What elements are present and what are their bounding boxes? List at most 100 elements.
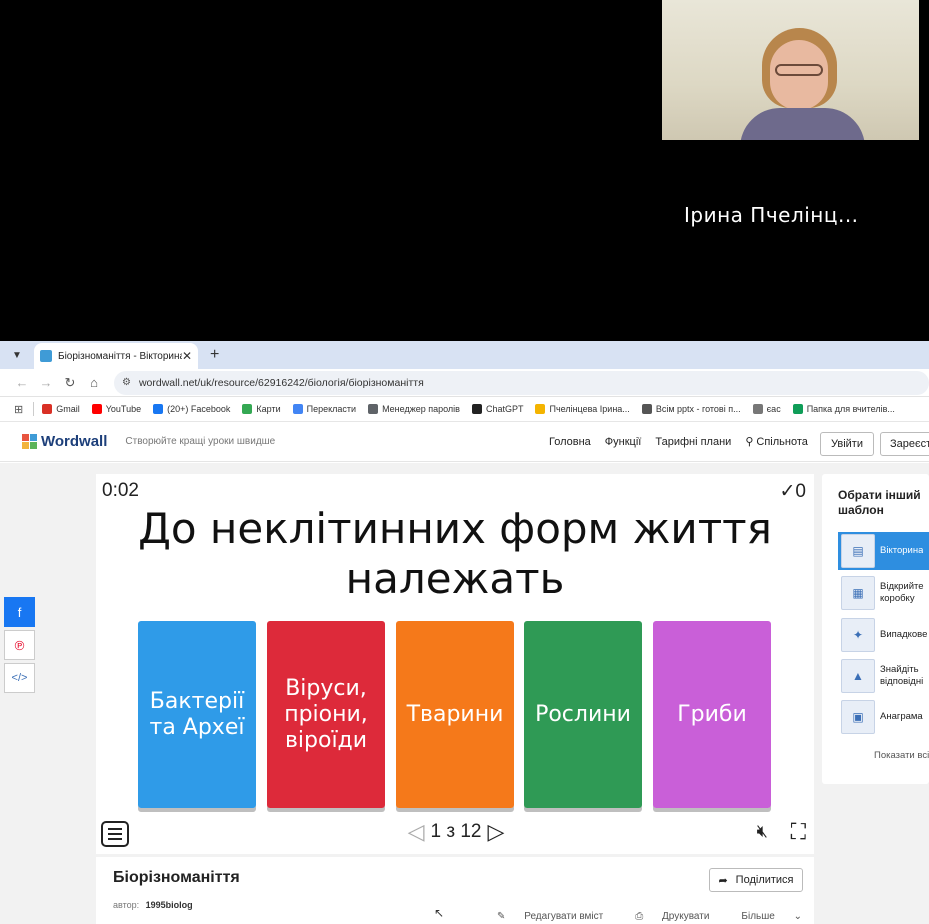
bookmark-item[interactable]: Карти (242, 404, 281, 414)
logo-square (22, 434, 29, 441)
bookmark-item[interactable]: єас (752, 404, 781, 414)
bookmark-item[interactable]: Перекласти (292, 404, 356, 414)
tab-search-icon[interactable]: ▼ (6, 344, 28, 366)
bookmark-label: Пчелінцева Ірина... (549, 404, 630, 414)
site-info-icon[interactable]: ⚙ (122, 377, 131, 388)
bookmark-item[interactable]: (20+) Facebook (153, 404, 230, 414)
template-label: Вікторина (880, 545, 924, 556)
wordwall-logo-icon[interactable] (22, 434, 37, 449)
bookmark-item[interactable]: Менеджер паролів (368, 404, 460, 414)
bookmarks-bar: ⊞ Gmail YouTube (20+) Facebook Карти Перекла… (0, 397, 929, 422)
pinterest-share-icon[interactable]: ℗ (4, 630, 35, 660)
screen: Ірина Пчелінц... ▼ Біорізноманіття - Вік… (0, 0, 929, 924)
close-tab-icon[interactable]: ✕ (182, 349, 192, 363)
template-item[interactable]: ▦ Відкрийте коробку (838, 574, 929, 612)
bookmark-item[interactable]: Папка для вчителів... (792, 404, 895, 414)
print-button[interactable]: ⎙ Друкувати (619, 911, 709, 922)
bookmark-item[interactable]: Всім pptx - готові п... (641, 404, 741, 414)
bookmark-favicon-icon (153, 404, 164, 414)
address-bar: ← → ↻ ⌂ ⚙ wordwall.net/uk/resource/62916… (0, 369, 929, 397)
bookmark-label: (20+) Facebook (167, 404, 231, 414)
bookmark-favicon-icon (242, 404, 253, 414)
activity-title: Біорізноманіття (113, 869, 240, 886)
logo-square (30, 434, 37, 441)
nav-home[interactable]: Головна (549, 436, 591, 448)
bookmark-favicon-icon (535, 404, 546, 414)
pencil-icon: ✎ (497, 911, 509, 922)
forward-icon[interactable]: → (34, 375, 58, 390)
author-label: автор: (113, 900, 140, 910)
template-item[interactable]: ▲ Знайдіть відповідні (838, 657, 929, 695)
bookmark-item[interactable]: YouTube (91, 404, 142, 414)
back-icon[interactable]: ← (10, 375, 34, 390)
template-label: Випадкове (880, 629, 928, 640)
edit-content-button[interactable]: ✎ Редагувати вміст (481, 911, 603, 922)
answer-option[interactable]: Бактерії та Археї (138, 621, 256, 808)
participant-body (740, 108, 865, 140)
nav-pricing[interactable]: Тарифні плани (655, 436, 731, 448)
fullscreen-icon[interactable]: ⛶ (791, 819, 806, 845)
apps-grid-icon[interactable]: ⊞ (14, 403, 23, 416)
next-question-icon[interactable]: ▷ (487, 819, 504, 845)
show-all-link[interactable]: Показати всі (874, 750, 929, 761)
activity-actions: ✎ Редагувати вміст ⎙ Друкувати Більше ⌄ (465, 911, 802, 922)
template-label: Знайдіть відповідні (880, 664, 924, 687)
bookmark-label: YouTube (105, 404, 142, 414)
wordwall-tagline: Створюйте кращі уроки швидше (125, 436, 276, 447)
bookmark-label: єас (766, 404, 781, 414)
new-tab-button[interactable]: + (210, 346, 219, 364)
bookmark-label: Всім pptx - готові п... (655, 404, 741, 414)
bookmark-label: Gmail (56, 404, 80, 414)
answer-option[interactable]: Тварини (396, 621, 514, 808)
wordwall-logo-text[interactable]: Wordwall (41, 433, 107, 450)
nav-features[interactable]: Функції (605, 436, 642, 448)
nav-community-label: Спільнота (756, 436, 808, 448)
timer: 0:02 (102, 480, 139, 501)
bookmark-favicon-icon (368, 404, 379, 414)
author-link[interactable]: 1995biolog (146, 900, 193, 910)
prev-question-icon[interactable]: ◁ (408, 819, 425, 845)
template-item[interactable]: ▣ Анаграма (838, 698, 929, 736)
bookmark-item[interactable]: Gmail (42, 404, 80, 414)
template-thumbnail-icon: ▲ (841, 659, 875, 693)
more-dropdown[interactable]: Більше ⌄ (725, 911, 802, 922)
embed-code-icon[interactable]: </> (4, 663, 35, 693)
reload-icon[interactable]: ↻ (58, 375, 82, 391)
answer-option[interactable]: Гриби (653, 621, 771, 808)
login-button[interactable]: Увійти (820, 432, 874, 456)
url-text: wordwall.net/uk/resource/62916242/біолог… (138, 376, 424, 389)
bookmark-list: Gmail YouTube (20+) Facebook Карти Перекласт… (42, 404, 907, 414)
active-tab[interactable]: Біорізноманіття - Вікторина ✕ (34, 343, 198, 369)
template-item[interactable]: ✦ Випадкове (838, 616, 929, 654)
url-field[interactable]: ⚙ wordwall.net/uk/resource/62916242/біол… (114, 370, 929, 395)
bookmark-favicon-icon (752, 404, 763, 414)
bookmark-favicon-icon (641, 404, 652, 414)
activity-info: Біорізноманіття ➦ Поділитися автор: 1995… (96, 857, 814, 924)
bookmark-favicon-icon (292, 404, 303, 414)
home-icon[interactable]: ⌂ (82, 375, 106, 390)
answer-option[interactable]: Віруси, пріони, віроїди (267, 621, 385, 808)
game-controls: ◁ 1 з 12 ▷ 🔇︎ ⛶ (96, 819, 814, 851)
bookmark-label: Менеджер паролів (382, 404, 460, 414)
bookmark-item[interactable]: Пчелінцева Ірина... (535, 404, 630, 414)
mute-icon[interactable]: 🔇︎ (757, 821, 768, 842)
wordwall-favicon-icon (40, 350, 52, 362)
browser-window: ▼ Біорізноманіття - Вікторина ✕ + ← → ↻ … (0, 341, 929, 924)
game-menu-icon[interactable] (101, 821, 129, 847)
share-button[interactable]: ➦ Поділитися (709, 868, 803, 892)
share-icon: ➦ (718, 874, 728, 887)
quiz-game: 0:02 ✓0 До неклітинних форм життя належа… (96, 474, 814, 854)
nav-community[interactable]: ⚲ Спільнота (745, 435, 822, 448)
answer-option[interactable]: Рослини (524, 621, 642, 808)
tab-title: Біорізноманіття - Вікторина (58, 350, 182, 362)
tab-bar: ▼ Біорізноманіття - Вікторина ✕ + (0, 341, 929, 369)
bookmark-item[interactable]: ChatGPT (471, 404, 523, 414)
main-nav: Головна Функції Тарифні плани ⚲ Спільнота (549, 435, 836, 449)
print-label: Друкувати (661, 911, 710, 922)
facebook-share-icon[interactable]: f (4, 597, 35, 627)
signup-button[interactable]: Зареєстр (880, 432, 929, 456)
question-text: До неклітинних форм життя належать (138, 504, 772, 603)
mouse-pointer-icon: ↖ (434, 906, 445, 920)
template-item[interactable]: ▤ Вікторина (838, 532, 929, 570)
score-counter: ✓0 (779, 481, 807, 502)
